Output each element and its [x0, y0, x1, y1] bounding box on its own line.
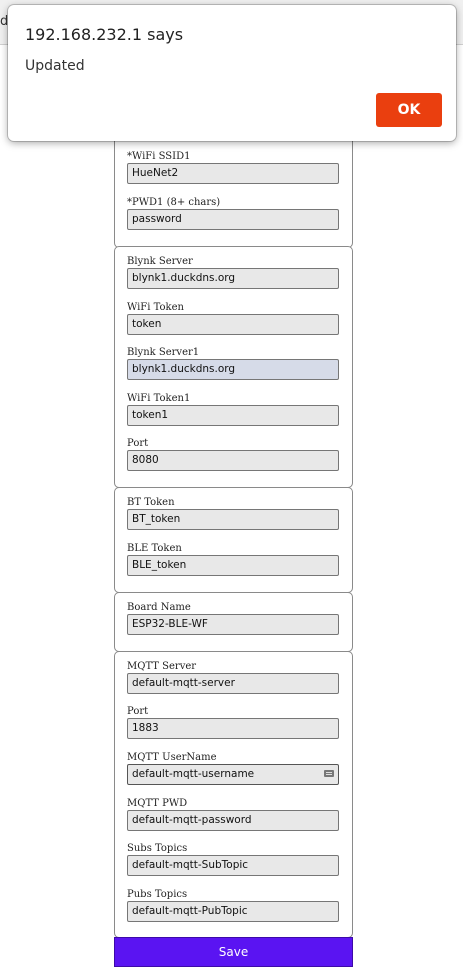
bt-token-field: BT Token BT_token [127, 497, 339, 530]
ble-token-label: BLE Token [127, 543, 182, 554]
blynk-server-field: Blynk Server blynk1.duckdns.org [127, 256, 339, 289]
ble-token-input[interactable]: BLE_token [127, 555, 339, 576]
wifi-token-label: WiFi Token [127, 302, 184, 313]
pubs-topics-label: Pubs Topics [127, 889, 188, 900]
mqtt-username-field: MQTT UserName default-mqtt-username [127, 752, 339, 785]
mqtt-server-input[interactable]: default-mqtt-server [127, 673, 339, 694]
dialog-title: 192.168.232.1 says [25, 25, 184, 44]
mqtt-username-input[interactable]: default-mqtt-username [127, 764, 339, 785]
mqtt-username-value: default-mqtt-username [132, 768, 255, 780]
subs-topics-label: Subs Topics [127, 843, 188, 854]
blynk-port-field: Port 8080 [127, 438, 339, 471]
board-name-field: Board Name ESP32-BLE-WF [127, 602, 339, 635]
bt-token-input[interactable]: BT_token [127, 509, 339, 530]
wifi-token-field: WiFi Token token [127, 302, 339, 335]
board-name-label: Board Name [127, 602, 191, 613]
wifi-ssid1-label: *WiFi SSID1 [127, 151, 191, 162]
mqtt-port-input[interactable]: 1883 [127, 718, 339, 739]
board-group: Board Name ESP32-BLE-WF [114, 592, 353, 652]
mqtt-pwd-label: MQTT PWD [127, 798, 188, 809]
alert-dialog: 192.168.232.1 says Updated OK [8, 5, 456, 141]
wifi-ssid1-field: *WiFi SSID1 HueNet2 [127, 151, 339, 184]
ble-token-field: BLE Token BLE_token [127, 543, 339, 576]
wifi-token1-input[interactable]: token1 [127, 405, 339, 426]
pwd1-field: *PWD1 (8+ chars) password [127, 197, 339, 230]
mqtt-pwd-field: MQTT PWD default-mqtt-password [127, 798, 339, 831]
blynk-server1-label: Blynk Server1 [127, 347, 200, 358]
wifi-token-input[interactable]: token [127, 314, 339, 335]
board-name-input[interactable]: ESP32-BLE-WF [127, 614, 339, 635]
blynk-port-label: Port [127, 438, 149, 449]
mqtt-username-label: MQTT UserName [127, 752, 217, 763]
pubs-topics-field: Pubs Topics default-mqtt-PubTopic [127, 889, 339, 922]
wifi-token1-field: WiFi Token1 token1 [127, 393, 339, 426]
subs-topics-field: Subs Topics default-mqtt-SubTopic [127, 843, 339, 876]
keyboard-icon[interactable] [324, 770, 334, 777]
pubs-topics-input[interactable]: default-mqtt-PubTopic [127, 901, 339, 922]
save-button[interactable]: Save [114, 937, 353, 967]
ok-button[interactable]: OK [376, 93, 442, 127]
blynk-server-input[interactable]: blynk1.duckdns.org [127, 268, 339, 289]
bt-token-label: BT Token [127, 497, 175, 508]
blynk-port-input[interactable]: 8080 [127, 450, 339, 471]
blynk-group: Blynk Server blynk1.duckdns.org WiFi Tok… [114, 246, 353, 488]
wifi-token1-label: WiFi Token1 [127, 393, 191, 404]
mqtt-group: MQTT Server default-mqtt-server Port 188… [114, 651, 353, 938]
mqtt-port-label: Port [127, 706, 149, 717]
pwd1-label: *PWD1 (8+ chars) [127, 197, 221, 208]
pwd1-input[interactable]: password [127, 209, 339, 230]
blynk-server1-field: Blynk Server1 blynk1.duckdns.org [127, 347, 339, 380]
mqtt-server-field: MQTT Server default-mqtt-server [127, 661, 339, 694]
mqtt-port-field: Port 1883 [127, 706, 339, 739]
subs-topics-input[interactable]: default-mqtt-SubTopic [127, 855, 339, 876]
blynk-server-label: Blynk Server [127, 256, 193, 267]
blynk-server1-input[interactable]: blynk1.duckdns.org [127, 359, 339, 380]
dialog-message: Updated [25, 58, 85, 74]
wifi-ssid1-input[interactable]: HueNet2 [127, 163, 339, 184]
mqtt-pwd-input[interactable]: default-mqtt-password [127, 810, 339, 831]
mqtt-server-label: MQTT Server [127, 661, 197, 672]
bt-group: BT Token BT_token BLE Token BLE_token [114, 487, 353, 593]
